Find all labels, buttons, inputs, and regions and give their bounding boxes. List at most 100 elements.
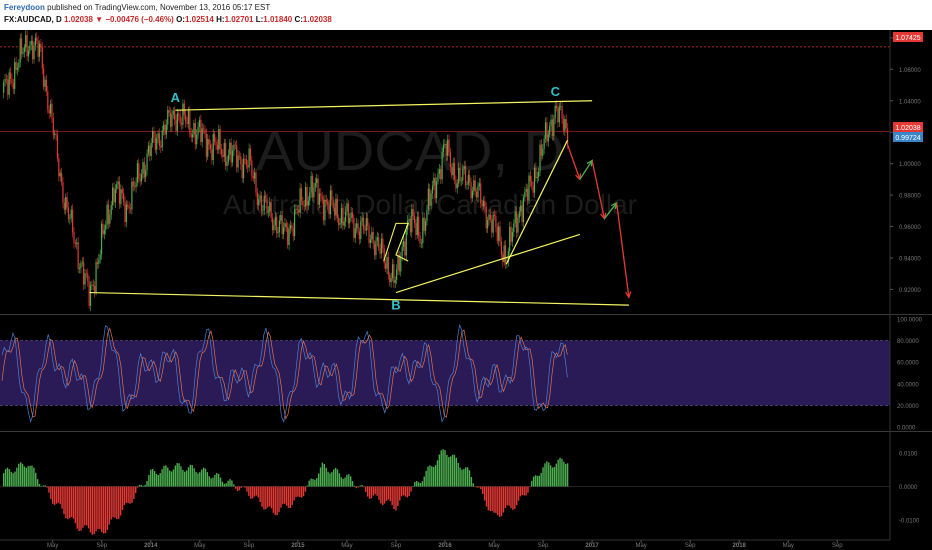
- candle-body: [463, 166, 465, 170]
- histogram-bar: [542, 467, 544, 487]
- candle-body: [26, 35, 28, 57]
- histogram-bar: [432, 466, 435, 487]
- histogram-bar: [304, 486, 307, 492]
- candle-body: [258, 199, 260, 206]
- candle-body: [48, 109, 50, 114]
- candle-body: [60, 172, 63, 183]
- histogram-bar: [336, 469, 339, 487]
- other-price-badge-text: 0.99724: [895, 135, 920, 142]
- candle-body: [437, 173, 439, 182]
- histogram-bar: [261, 486, 263, 507]
- candle-body: [92, 284, 94, 287]
- histogram-bar: [382, 486, 384, 506]
- candle-body: [73, 232, 75, 244]
- histogram-bar: [397, 486, 399, 507]
- histogram-bar: [512, 486, 514, 510]
- candle-body: [423, 217, 425, 231]
- histogram-bar: [459, 467, 461, 487]
- histogram-bar: [29, 465, 31, 487]
- candle-body: [14, 62, 16, 90]
- candle-body: [535, 167, 537, 179]
- chart-canvas[interactable]: AUDCAD, D Australian Dollar/Canadian Dol…: [0, 0, 932, 550]
- histogram-bar: [331, 472, 333, 487]
- candle-body: [110, 204, 112, 215]
- histogram-bar: [355, 486, 358, 489]
- histogram-bar: [104, 486, 107, 534]
- histogram-bar: [223, 483, 226, 487]
- candle-body: [276, 216, 278, 234]
- candle-body: [491, 219, 493, 233]
- histogram-bar: [246, 486, 248, 492]
- histogram-bar: [378, 486, 380, 500]
- histogram-bar: [31, 465, 33, 487]
- histogram-bar: [565, 463, 567, 487]
- histogram-bar: [57, 486, 60, 503]
- histogram-bar: [431, 466, 433, 487]
- candle-body: [32, 40, 34, 60]
- candle-body: [211, 149, 213, 161]
- candle-body: [442, 144, 445, 153]
- candle-body: [429, 188, 431, 206]
- histogram-bar: [449, 456, 452, 487]
- histogram-bar: [399, 486, 401, 501]
- candle-body: [191, 134, 194, 138]
- histogram-bar: [102, 486, 105, 534]
- histogram-bar: [508, 486, 510, 506]
- candle-body: [331, 190, 333, 201]
- histogram-bar: [563, 461, 565, 487]
- candle-body: [360, 221, 362, 240]
- candle-body: [408, 218, 410, 221]
- candle-body: [296, 208, 298, 210]
- histogram-bar: [129, 486, 131, 504]
- histogram-bar: [487, 486, 490, 511]
- histogram-bar: [182, 469, 184, 487]
- histogram-bar: [421, 481, 424, 487]
- candle-body: [238, 155, 241, 157]
- candle-body: [113, 187, 115, 203]
- candle-body: [458, 167, 460, 184]
- histogram-bar: [52, 486, 54, 504]
- candle-body: [165, 124, 167, 135]
- candle-body: [200, 119, 202, 143]
- histogram-bar: [172, 469, 175, 487]
- histogram-bar: [119, 486, 122, 516]
- candle-body: [87, 273, 89, 282]
- histogram-bar: [510, 486, 512, 509]
- candle-body: [230, 142, 232, 163]
- candle-body: [8, 72, 10, 95]
- histogram-bar: [21, 463, 24, 487]
- candle-body: [247, 165, 249, 168]
- candle-body: [555, 105, 558, 109]
- candle-body: [460, 180, 463, 182]
- candle-body: [288, 228, 290, 245]
- candle-body: [525, 188, 527, 192]
- candle-body: [242, 158, 245, 179]
- candle-body: [510, 227, 512, 242]
- candle-body: [416, 216, 418, 236]
- candle-body: [9, 72, 12, 79]
- time-tick-label: Sep: [96, 543, 107, 549]
- candle-body: [329, 190, 332, 215]
- histogram-bar: [193, 468, 195, 487]
- histogram-bar: [225, 483, 227, 487]
- time-tick-label: 2017: [585, 543, 599, 549]
- candle-body: [317, 178, 319, 205]
- candle-body: [171, 114, 173, 127]
- candle-body: [43, 68, 45, 87]
- histogram-bar: [444, 450, 446, 487]
- candle-body: [340, 207, 343, 224]
- histogram-bar: [202, 467, 205, 487]
- candle-body: [11, 78, 13, 84]
- histogram-bar: [348, 474, 350, 487]
- candle-body: [342, 207, 344, 226]
- candle-body: [254, 172, 256, 179]
- histogram-bar: [323, 463, 325, 487]
- candle-body: [369, 239, 372, 244]
- candle-body: [252, 175, 254, 179]
- histogram-bar: [408, 486, 410, 497]
- candle-body: [114, 189, 116, 203]
- histogram-bar: [231, 480, 233, 487]
- time-tick-label: 2018: [733, 543, 747, 549]
- histogram-bar: [44, 485, 46, 487]
- histogram-bar: [489, 486, 491, 512]
